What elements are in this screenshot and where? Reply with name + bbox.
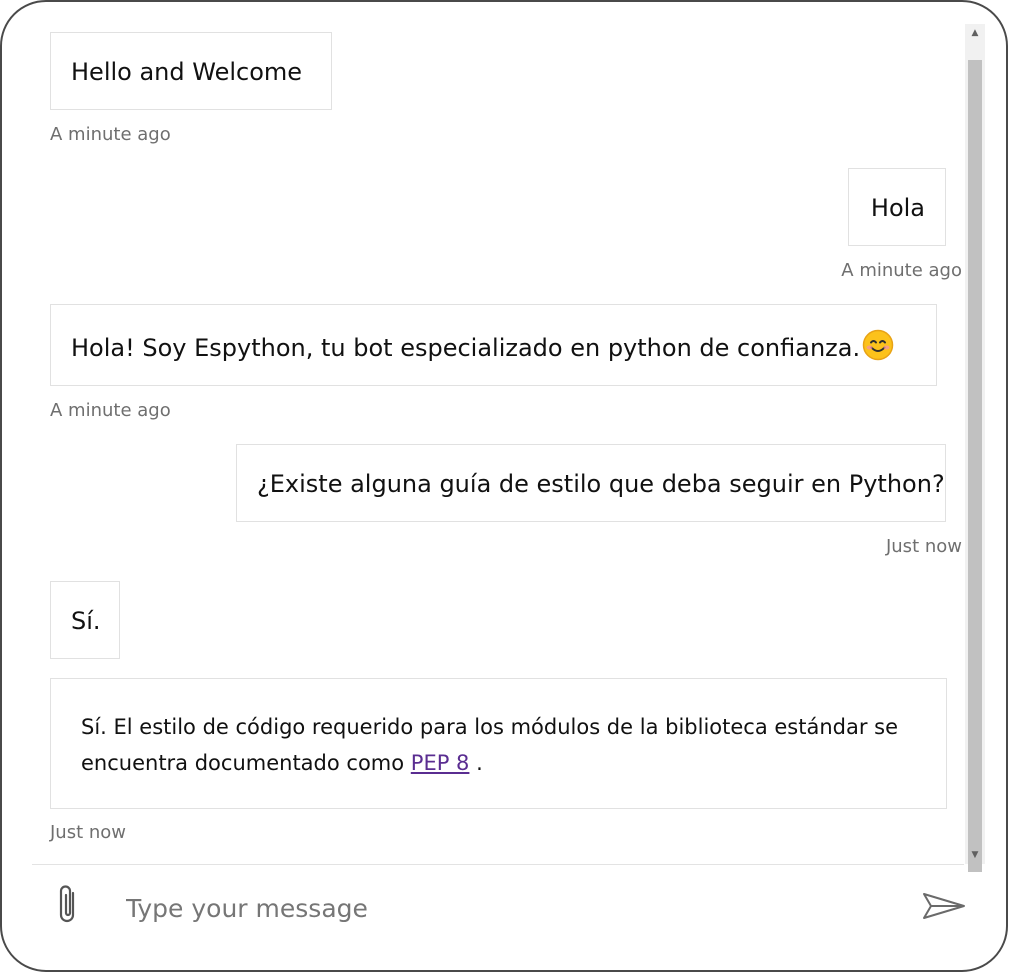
smiling-face-emoji-icon — [862, 329, 894, 361]
message-text: Sí. — [71, 607, 101, 635]
scrollbar-thumb[interactable] — [968, 60, 982, 872]
bot-message: Sí. El estilo de código requerido para l… — [50, 678, 947, 809]
chat-transcript[interactable]: Hello and Welcome A minute ago Hola A mi… — [32, 20, 962, 865]
message-text: Hola — [870, 194, 925, 222]
paperclip-icon — [57, 883, 79, 929]
scroll-up-arrow-icon[interactable]: ▲ — [965, 24, 985, 42]
bot-message: Hello and Welcome — [50, 32, 332, 110]
upload-file-button[interactable] — [48, 880, 88, 932]
scroll-down-arrow-icon[interactable]: ▼ — [965, 846, 985, 864]
composer-divider — [32, 864, 964, 865]
pep8-link[interactable]: PEP 8 — [411, 751, 470, 775]
send-icon — [921, 891, 967, 925]
message-timestamp: Just now — [885, 536, 962, 557]
message-text: Hola! Soy Espython, tu bot especializado… — [71, 334, 861, 362]
bot-message: Sí. — [50, 581, 120, 659]
message-text: ¿Existe alguna guía de estilo que deba s… — [257, 470, 945, 498]
message-timestamp: A minute ago — [841, 260, 962, 281]
bot-message: Hola! Soy Espython, tu bot especializado… — [50, 304, 937, 386]
message-text-end: . — [469, 751, 483, 775]
transcript-scrollbar[interactable]: ▲ ▼ — [965, 24, 985, 872]
user-message: ¿Existe alguna guía de estilo que deba s… — [236, 444, 946, 522]
user-message: Hola — [848, 168, 946, 246]
message-text: Sí. El estilo de código requerido para l… — [81, 715, 899, 775]
message-input[interactable] — [122, 884, 910, 932]
message-timestamp: Just now — [50, 822, 127, 843]
message-timestamp: A minute ago — [50, 400, 171, 421]
chat-window: Hello and Welcome A minute ago Hola A mi… — [0, 0, 1008, 972]
message-text: Hello and Welcome — [71, 58, 303, 86]
send-button[interactable] — [916, 886, 972, 930]
message-timestamp: A minute ago — [50, 124, 171, 145]
